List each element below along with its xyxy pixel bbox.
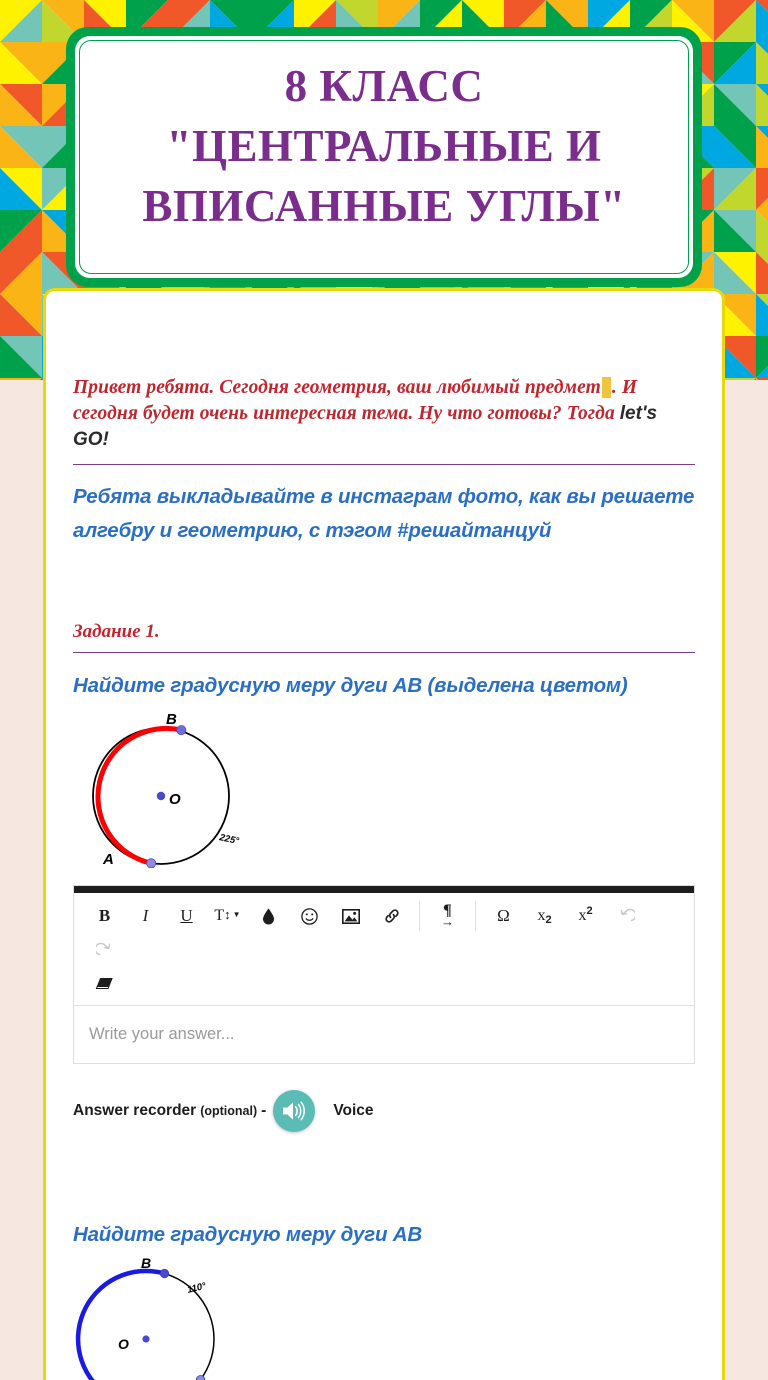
label-b: B [166,711,177,728]
text-color-icon[interactable] [248,899,289,933]
subscript-icon[interactable]: x2 [524,899,565,933]
answer-recorder-optional: (optional) [200,1104,258,1118]
highlight-marker [601,377,611,398]
chain-glyph [384,909,399,923]
instagram-instruction-text: Ребята выкладывайте в инстаграм фото, ка… [73,485,695,542]
link-icon[interactable] [371,899,412,933]
highlighted-arc-ab-2 [75,1269,203,1380]
header-frame-inner: 8 КЛАСС "ЦЕНТРАЛЬНЫЕ И ВПИСАННЫЕ УГЛЫ" [75,36,693,278]
point-b-marker-2 [159,1269,170,1279]
redo-icon[interactable] [84,933,125,967]
picture-glyph [341,908,360,924]
italic-icon[interactable]: I [125,899,166,933]
answer-recorder-dash: - [261,1102,267,1119]
label-o: O [169,791,181,808]
superscript-icon[interactable]: x2 [565,899,606,933]
circle-arc-diagram-2: B A O 110° [75,1255,217,1380]
text-size-icon[interactable]: T ↕ ▼ [207,899,248,933]
eraser-glyph [95,978,113,989]
circle-arc-diagram-1: B A O 225° [92,711,240,869]
point-o-marker-2 [142,1335,150,1344]
header-frame: 8 КЛАСС "ЦЕНТРАЛЬНЫЕ И ВПИСАННЫЕ УГЛЫ" [66,27,702,287]
undo-icon[interactable] [606,899,647,933]
point-o-marker [156,791,166,801]
toolbar-row-2 [84,967,684,1001]
smiley-glyph [301,907,318,925]
emoji-icon[interactable] [289,899,330,933]
undo-arrow-glyph [620,908,635,921]
header-frame-inner-border: 8 КЛАСС "ЦЕНТРАЛЬНЫЕ И ВПИСАННЫЕ УГЛЫ" [79,40,689,274]
task-2-question: Найдите градусную меру дуги AB [73,1223,423,1246]
task-1-divider [73,651,695,653]
toolbar-separator-2 [475,901,476,931]
image-icon[interactable] [330,899,371,933]
task-2-figure: B A O 110° [73,1255,695,1380]
voice-label: Voice [333,1102,374,1119]
eraser-icon[interactable] [84,967,125,1001]
label-angle-110: 110° [186,1281,207,1296]
paragraph-indent-icon[interactable]: ¶ → [427,899,468,933]
intro-divider [73,464,695,466]
redo-arrow-glyph [96,942,111,955]
answer-input[interactable] [74,1006,694,1063]
intro-red-text: Привет ребята. Сегодня геометрия, ваш лю… [73,375,695,453]
label-b-2: B [141,1257,151,1271]
underline-icon[interactable]: U [166,899,207,933]
intro-block: Привет ребята. Сегодня геометрия, ваш лю… [73,291,695,548]
voice-record-button[interactable] [273,1090,316,1132]
toolbar-separator-1 [419,901,420,931]
page-title: 8 КЛАСС "ЦЕНТРАЛЬНЫЕ И ВПИСАННЫЕ УГЛЫ" [142,61,626,231]
task-1-figure: B A O 225° [73,708,695,873]
label-o-2: O [118,1336,129,1352]
rich-text-editor: B I U T ↕ ▼ ¶ → Ω x 2 x 2 Write your ans… [73,885,695,1064]
speaker-icon [283,1101,306,1121]
editor-toolbar: B I U T ↕ ▼ ¶ → Ω x 2 x 2 [74,893,694,1006]
task-1-question: Найдите градусную меру дуги AB (выделена… [73,673,628,697]
main-content-card: Привет ребята. Сегодня геометрия, ваш лю… [43,288,725,1380]
task-1-label: Задание 1. [73,620,160,642]
intro-red-part1: Привет ребята. Сегодня геометрия, ваш лю… [73,377,601,398]
point-b-marker [176,725,187,736]
label-angle-225: 225° [217,832,240,847]
point-a-marker [146,858,157,869]
answer-recorder-label: Answer recorder [73,1102,197,1119]
bold-icon[interactable]: B [84,899,125,933]
special-character-icon[interactable]: Ω [483,899,524,933]
editor-top-bar [74,886,694,893]
answer-recorder-row: Answer recorder (optional) - Voice [73,1090,695,1132]
label-a: A [102,851,114,868]
droplet-glyph [263,908,274,924]
